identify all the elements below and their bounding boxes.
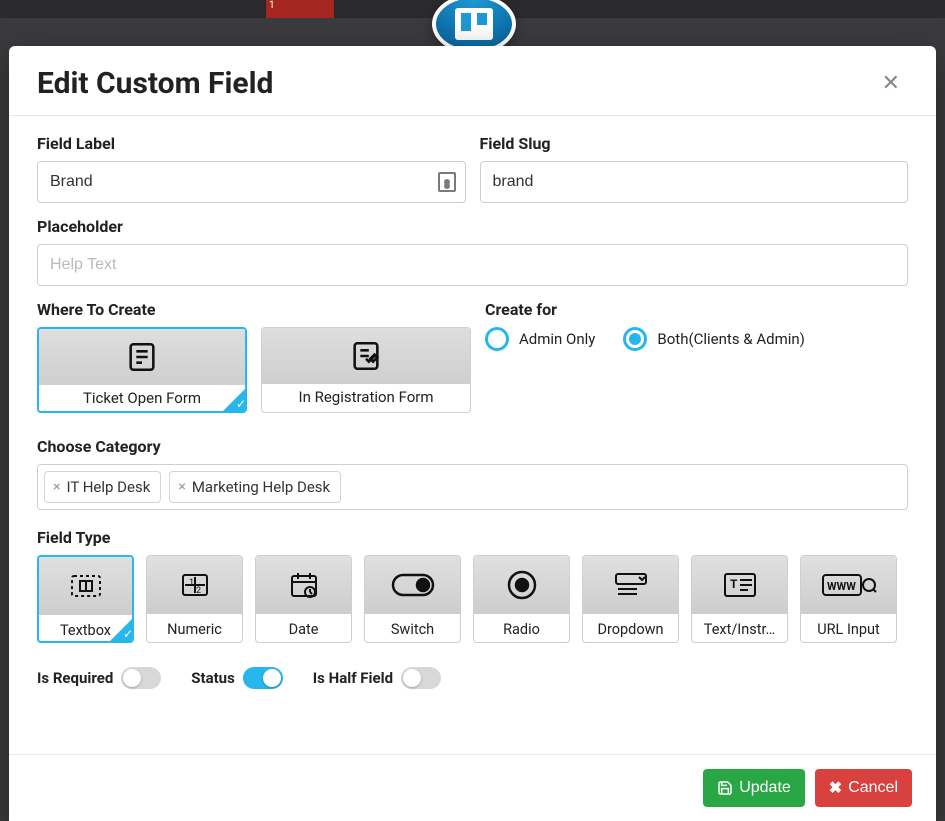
modal-title: Edit Custom Field [37, 66, 273, 101]
field-type-icon [256, 556, 351, 614]
field-type-label: Numeric [147, 614, 242, 643]
cancel-icon: ✖ [829, 778, 842, 798]
where-to-create-label: Where To Create [37, 300, 471, 319]
status-label: Status [191, 669, 235, 687]
field-slug-input[interactable] [480, 161, 909, 203]
modal-footer: Update ✖ Cancel [9, 754, 936, 821]
category-tag[interactable]: × Marketing Help Desk [169, 471, 341, 503]
contacts-icon[interactable] [438, 172, 456, 192]
category-select[interactable]: × IT Help Desk × Marketing Help Desk [37, 464, 908, 510]
is-half-field-toggle[interactable] [401, 667, 441, 689]
field-type-dropdown[interactable]: Dropdown [582, 555, 679, 643]
create-for-label: Create for [485, 300, 908, 319]
svg-text:T: T [730, 577, 738, 591]
category-tag-label: IT Help Desk [66, 478, 150, 496]
field-type-label: Field Type [37, 528, 908, 547]
is-half-field-label: Is Half Field [313, 669, 393, 687]
field-slug-label: Field Slug [480, 134, 909, 153]
field-type-icon: WWW [801, 556, 896, 614]
category-tag[interactable]: × IT Help Desk [44, 471, 161, 503]
where-option-0[interactable]: Ticket Open Form [37, 327, 247, 413]
form-icon [262, 328, 470, 384]
status-toggle[interactable] [243, 667, 283, 689]
field-type-icon [365, 556, 460, 614]
field-type-label: Dropdown [583, 614, 678, 643]
where-option-label: In Registration Form [262, 384, 470, 410]
remove-tag-icon[interactable]: × [178, 479, 185, 495]
create-for-radio-0[interactable]: Admin Only [485, 327, 595, 351]
modal-header: Edit Custom Field ✕ [9, 46, 936, 116]
svg-text:1: 1 [189, 578, 194, 588]
field-type-label: Radio [474, 614, 569, 643]
field-type-numeric[interactable]: 12Numeric [146, 555, 243, 643]
field-type-radio[interactable]: Radio [473, 555, 570, 643]
radio-icon [485, 327, 509, 351]
field-type-url-input[interactable]: WWW URL Input [800, 555, 897, 643]
placeholder-input[interactable] [37, 244, 908, 286]
radio-icon [623, 327, 647, 351]
field-type-date[interactable]: Date [255, 555, 352, 643]
svg-text:2: 2 [196, 586, 201, 596]
field-type-icon [39, 557, 132, 615]
field-type-icon: T [692, 556, 787, 614]
category-tag-label: Marketing Help Desk [192, 478, 330, 496]
field-type-label: URL Input [801, 614, 896, 643]
radio-label: Admin Only [519, 330, 595, 348]
form-icon [39, 329, 245, 385]
placeholder-label: Placeholder [37, 217, 908, 236]
field-type-label: Text/Instr… [692, 614, 787, 643]
cancel-button[interactable]: ✖ Cancel [815, 769, 912, 807]
update-button[interactable]: Update [703, 769, 805, 807]
close-icon[interactable]: ✕ [874, 67, 908, 100]
field-type-icon: 12 [147, 556, 242, 614]
update-button-label: Update [739, 779, 791, 797]
create-for-radio-1[interactable]: Both(Clients & Admin) [623, 327, 804, 351]
modal-body: Field Label Field Slug Placeholder Where… [9, 116, 936, 754]
is-required-label: Is Required [37, 669, 113, 687]
field-type-textbox[interactable]: Textbox [37, 555, 134, 643]
edit-custom-field-modal: Edit Custom Field ✕ Field Label Field Sl… [9, 46, 936, 821]
is-required-toggle[interactable] [121, 667, 161, 689]
choose-category-label: Choose Category [37, 437, 908, 456]
field-label-input[interactable] [37, 161, 466, 203]
field-type-text-instr-[interactable]: T Text/Instr… [691, 555, 788, 643]
field-type-label: Switch [365, 614, 460, 643]
cancel-button-label: Cancel [848, 779, 898, 797]
remove-tag-icon[interactable]: × [53, 479, 60, 495]
field-type-icon [583, 556, 678, 614]
where-option-label: Ticket Open Form [39, 385, 245, 411]
field-label-label: Field Label [37, 134, 466, 153]
radio-label: Both(Clients & Admin) [657, 330, 804, 348]
field-type-label: Date [256, 614, 351, 643]
save-icon [717, 780, 733, 796]
field-type-switch[interactable]: Switch [364, 555, 461, 643]
svg-text:WWW: WWW [827, 580, 856, 593]
where-option-1[interactable]: In Registration Form [261, 327, 471, 413]
field-type-icon [474, 556, 569, 614]
background-badge: 1 [266, 0, 334, 18]
